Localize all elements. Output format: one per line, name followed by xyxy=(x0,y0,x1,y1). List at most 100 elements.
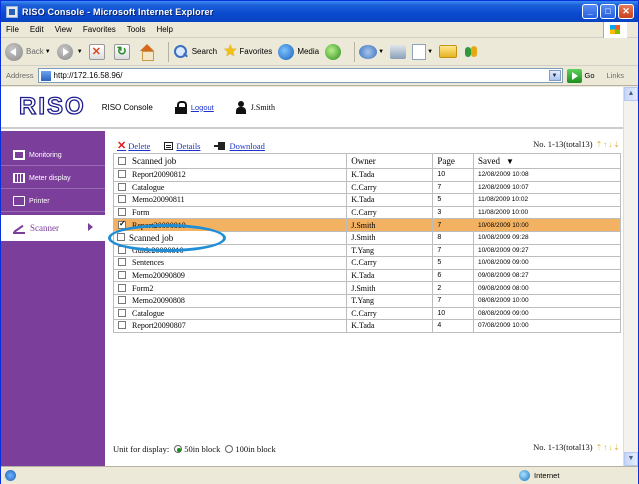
table-row[interactable]: Memo20090809 K.Tada 6 09/08/2009 08:27 xyxy=(112,268,622,283)
table-row[interactable]: Memo20090808 T.Yang 7 08/08/2009 10:00 xyxy=(112,293,622,308)
sidebar-item-meter-display[interactable]: Meter display xyxy=(1,167,105,189)
pager-top: No. 1-13(total13) ⇡↑↓⇣ xyxy=(533,139,621,149)
minimize-button[interactable]: _ xyxy=(582,4,598,19)
cell-owner: C.Carry xyxy=(346,205,434,220)
cell-text: 7 xyxy=(437,246,442,254)
delete-button[interactable]: ✕ Delete xyxy=(117,139,150,152)
cell-text: Memo20090808 xyxy=(132,296,185,306)
print-button[interactable] xyxy=(390,44,407,59)
menu-tools[interactable]: Tools xyxy=(127,25,146,34)
menu-favorites[interactable]: Favorites xyxy=(83,25,116,34)
links-button[interactable]: Links xyxy=(607,71,625,80)
column-scanned-job[interactable]: Scanned job xyxy=(112,153,348,169)
page-viewport: RISO RISO Console Logout J.Smith Monitor… xyxy=(1,87,638,466)
address-input[interactable]: http://172.16.58.96/ ▼ xyxy=(37,68,563,83)
table-row[interactable]: Form C.Carry 3 11/08/2009 10:00 xyxy=(112,205,622,220)
row-checkbox[interactable] xyxy=(118,208,126,217)
row-checkbox[interactable] xyxy=(118,271,126,280)
table-row[interactable]: Catalogue C.Carry 10 08/08/2009 09:00 xyxy=(112,306,622,321)
row-checkbox[interactable] xyxy=(118,308,126,317)
cell-saved: 10/08/2009 09:00 xyxy=(472,256,622,270)
column-page[interactable]: Page xyxy=(432,153,474,169)
page-nav-arrows-icon[interactable]: ⇡↑↓⇣ xyxy=(596,443,621,452)
go-button[interactable]: Go xyxy=(566,68,595,83)
search-button[interactable]: Search xyxy=(173,44,217,60)
pager-text: No. 1-13(total13) xyxy=(533,139,593,149)
cell-text: K.Tada xyxy=(351,271,375,281)
cell-text: Form2 xyxy=(132,283,154,293)
row-checkbox[interactable] xyxy=(118,321,126,330)
menu-file[interactable]: File xyxy=(6,25,19,34)
unit-50-radio[interactable] xyxy=(174,445,183,453)
cell-text: 7 xyxy=(437,183,442,191)
table-row[interactable]: Report20090812 K.Tada 10 12/08/2009 10:08 xyxy=(112,168,622,182)
table-row[interactable]: Form2 J.Smith 2 09/08/2009 08:00 xyxy=(112,281,622,295)
menu-view[interactable]: View xyxy=(55,25,72,34)
table-header-row: Scanned job Owner Page Saved ▼ xyxy=(112,153,622,169)
logout-link[interactable]: Logout xyxy=(191,103,214,112)
vertical-scrollbar[interactable]: ▲ ▼ xyxy=(623,87,638,466)
cell-text: 6 xyxy=(437,272,442,280)
sidebar-item-label: Printer xyxy=(29,197,50,205)
cell-name: Catalogue xyxy=(112,306,348,321)
sidebar-item-monitoring[interactable]: Monitoring xyxy=(1,144,105,166)
unit-label: Unit for display: xyxy=(113,444,170,454)
console-name: RISO Console xyxy=(101,102,153,112)
folder-button[interactable] xyxy=(439,45,458,58)
table-row[interactable]: Catalogue C.Carry 7 12/08/2009 10:07 xyxy=(112,180,622,195)
table-row[interactable]: Sentences C.Carry 5 10/08/2009 09:00 xyxy=(112,256,622,270)
details-button[interactable]: Details xyxy=(164,141,200,151)
unit-100-radio[interactable] xyxy=(225,445,234,453)
cell-saved: 12/08/2009 10:07 xyxy=(472,180,622,195)
menu-edit[interactable]: Edit xyxy=(30,25,44,34)
cell-text: 09/08/2009 08:27 xyxy=(477,272,529,280)
cell-page: 7 xyxy=(432,218,474,232)
cell-text: 7 xyxy=(437,297,442,305)
history-button[interactable] xyxy=(325,43,344,60)
mail-button[interactable]: ▼ xyxy=(359,44,384,59)
maximize-button[interactable]: □ xyxy=(600,4,616,19)
edit-button[interactable]: ▼ xyxy=(412,43,433,60)
riso-logo: RISO xyxy=(18,92,86,120)
stop-button[interactable] xyxy=(88,43,108,60)
close-button[interactable]: ✕ xyxy=(618,4,634,19)
edit-page-icon xyxy=(412,43,427,60)
sidebar-item-scanner[interactable]: Scanner xyxy=(1,215,105,241)
title-bar: RISO Console - Microsoft Internet Explor… xyxy=(1,1,638,22)
row-checkbox[interactable] xyxy=(118,182,126,191)
user-name: J.Smith xyxy=(250,102,276,112)
cell-page: 10 xyxy=(432,306,474,321)
toolbar-separator xyxy=(354,41,356,62)
cell-text: 10/08/2009 09:27 xyxy=(477,246,529,254)
media-button[interactable]: Media xyxy=(278,43,319,60)
select-all-checkbox[interactable] xyxy=(118,157,126,165)
back-button[interactable]: Back ▼ xyxy=(5,42,51,61)
table-row[interactable]: Memo20090811 K.Tada 5 11/08/2009 10:02 xyxy=(112,193,622,207)
cell-page: 2 xyxy=(432,281,474,295)
sidebar-item-printer[interactable]: Printer xyxy=(1,190,105,212)
home-button[interactable] xyxy=(139,43,158,61)
cell-text: 10/08/2009 09:28 xyxy=(477,234,529,242)
table-row[interactable]: Report20090807 K.Tada 4 07/08/2009 10:00 xyxy=(112,319,622,333)
messenger-button[interactable] xyxy=(463,44,479,60)
forward-button[interactable]: ▼ xyxy=(56,43,83,60)
scroll-up-button[interactable]: ▲ xyxy=(624,87,638,101)
address-dropdown-button[interactable]: ▼ xyxy=(548,70,561,81)
scroll-down-button[interactable]: ▼ xyxy=(624,452,638,466)
delete-label: Delete xyxy=(128,140,151,151)
page-nav-arrows-icon[interactable]: ⇡↑↓⇣ xyxy=(596,140,621,149)
favorites-button[interactable]: ★ Favorites xyxy=(223,43,272,60)
security-zone: Internet xyxy=(519,470,559,481)
row-checkbox[interactable] xyxy=(118,296,126,305)
sidebar-divider xyxy=(1,165,105,166)
row-checkbox[interactable] xyxy=(118,258,126,267)
row-checkbox[interactable] xyxy=(118,283,126,292)
download-button[interactable]: Download xyxy=(214,141,265,151)
column-owner[interactable]: Owner xyxy=(346,153,434,169)
column-saved[interactable]: Saved ▼ xyxy=(472,153,622,169)
refresh-button[interactable] xyxy=(113,43,133,60)
cell-owner: C.Carry xyxy=(346,256,434,270)
menu-help[interactable]: Help xyxy=(156,25,172,34)
row-checkbox[interactable] xyxy=(118,170,126,179)
row-checkbox[interactable] xyxy=(118,195,126,204)
